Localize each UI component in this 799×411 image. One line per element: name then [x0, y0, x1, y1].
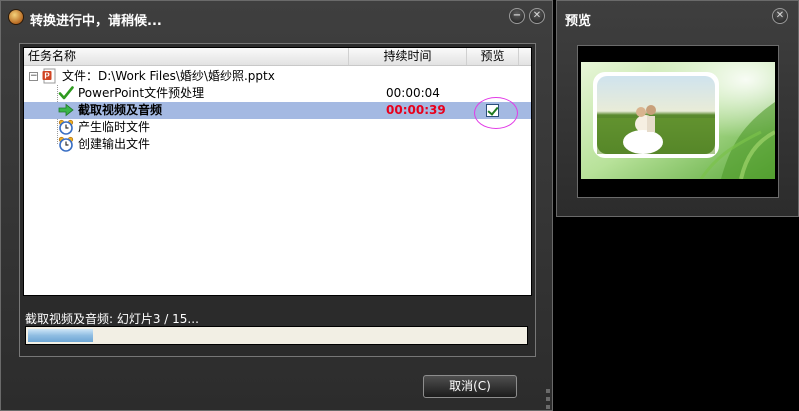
preview-frame: [577, 45, 779, 198]
task-panel: 任务名称 持续时间 预览 − P 文件：D:\Work Files\婚纱\婚纱照…: [19, 43, 536, 357]
wedding-photo-image: [581, 62, 775, 179]
app-logo-icon: [8, 9, 24, 25]
column-header: 任务名称 持续时间 预览: [24, 48, 531, 66]
task-tree[interactable]: 任务名称 持续时间 预览 − P 文件：D:\Work Files\婚纱\婚纱照…: [23, 47, 532, 296]
root-file-label: 文件：D:\Work Files\婚纱\婚纱照.pptx: [62, 69, 275, 83]
preview-close-button[interactable]: ✕: [772, 8, 788, 24]
alarm-clock-icon: [58, 136, 74, 152]
task-label: PowerPoint文件预处理: [78, 86, 205, 100]
task-row-capture[interactable]: 截取视频及音频 00:00:39: [24, 102, 531, 119]
alarm-clock-icon: [58, 119, 74, 135]
task-row-temp-files[interactable]: 产生临时文件: [24, 119, 531, 136]
task-row-create-output[interactable]: 创建输出文件: [24, 136, 531, 153]
task-row-preprocess[interactable]: PowerPoint文件预处理 00:00:04: [24, 85, 531, 102]
tree-root-row[interactable]: − P 文件：D:\Work Files\婚纱\婚纱照.pptx: [24, 68, 531, 85]
progress-bar: [25, 326, 528, 345]
resize-grip[interactable]: [546, 389, 550, 393]
progress-fill: [28, 329, 94, 342]
task-label: 产生临时文件: [78, 120, 151, 134]
column-duration[interactable]: 持续时间: [349, 48, 467, 65]
conversion-progress-window: 转换进行中，请稍候... − ✕ 任务名称 持续时间 预览 − P 文件：D:\…: [0, 0, 553, 411]
close-button[interactable]: ✕: [529, 8, 545, 24]
svg-text:P: P: [44, 72, 50, 81]
minimize-button[interactable]: −: [509, 8, 525, 24]
column-preview[interactable]: 预览: [467, 48, 519, 65]
window-title: 转换进行中，请稍候...: [30, 14, 162, 29]
resize-grip[interactable]: [546, 397, 550, 401]
task-duration: 00:00:39: [386, 103, 446, 117]
preview-title-bar[interactable]: 预览 ✕: [557, 1, 798, 33]
preview-window: 预览 ✕: [556, 0, 799, 217]
column-task-name[interactable]: 任务名称: [24, 48, 349, 65]
title-bar[interactable]: 转换进行中，请稍候... − ✕: [1, 1, 552, 33]
resize-grip[interactable]: [546, 405, 550, 409]
preview-checkbox[interactable]: [486, 104, 499, 117]
task-label: 截取视频及音频: [78, 103, 163, 117]
collapse-toggle[interactable]: −: [29, 72, 38, 81]
wedding-photo-thumbnail: [581, 62, 775, 179]
preview-title: 预览: [565, 14, 592, 29]
cancel-button[interactable]: 取消(C): [423, 375, 517, 398]
green-arrow-icon: [58, 103, 74, 117]
checkmark-icon: [58, 86, 74, 100]
task-label: 创建输出文件: [78, 137, 151, 151]
task-duration: 00:00:04: [386, 86, 440, 100]
powerpoint-file-icon: P: [42, 68, 56, 84]
status-text: 截取视频及音频: 幻灯片3 / 15...: [25, 312, 199, 326]
